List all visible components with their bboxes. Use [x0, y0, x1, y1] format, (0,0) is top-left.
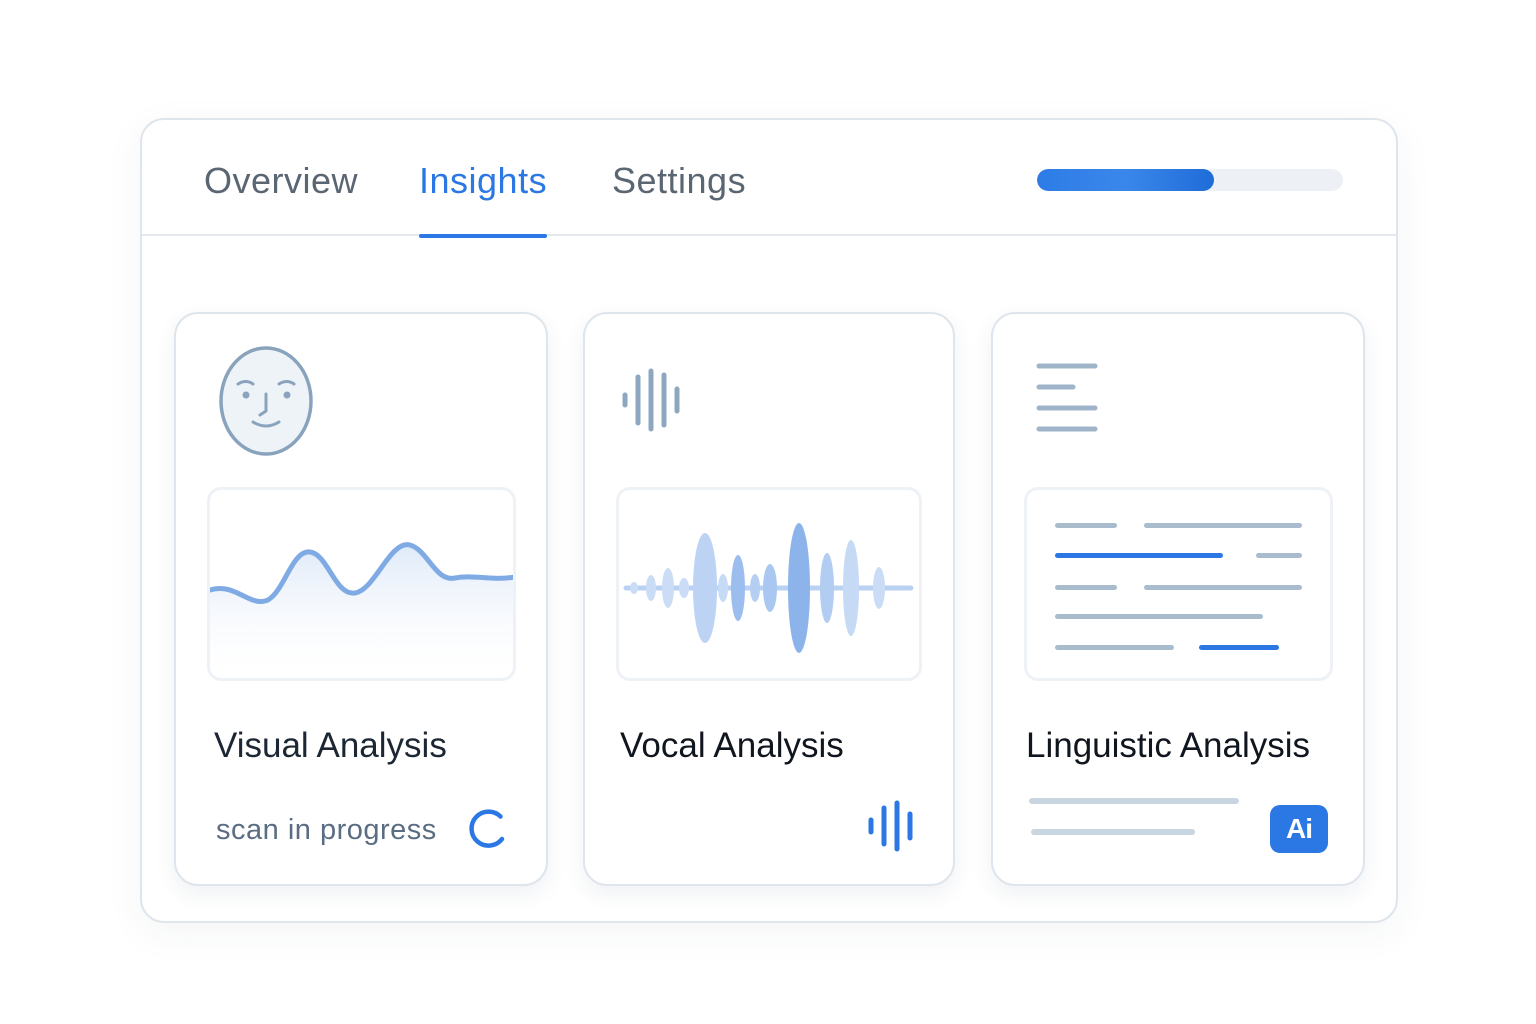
tab-overview[interactable]: Overview [204, 160, 358, 236]
text-lines-icon [1036, 363, 1098, 432]
audio-bars-icon [622, 368, 680, 432]
summary-line [1031, 829, 1195, 835]
text-line [1055, 645, 1174, 650]
text-line [1144, 585, 1302, 590]
card-title: Linguistic Analysis [1026, 726, 1311, 765]
text-line [1144, 523, 1302, 528]
tab-insights[interactable]: Insights [419, 160, 548, 238]
audio-bars-icon [868, 800, 913, 852]
text-line [1055, 523, 1117, 528]
progress-bar [1037, 169, 1343, 191]
vocal-waveform [623, 523, 914, 653]
progress-bar-fill [1037, 169, 1215, 191]
text-line [1256, 553, 1302, 558]
linguistic-analysis-card[interactable]: Linguistic Analysis Ai [991, 312, 1365, 886]
tab-settings[interactable]: Settings [612, 160, 746, 236]
highlighted-text-line [1055, 553, 1223, 558]
spinner-icon [469, 809, 505, 848]
text-line [1055, 585, 1117, 590]
face-icon [219, 346, 313, 456]
visual-wave-graph [210, 542, 513, 678]
vocal-waveform-panel [616, 487, 922, 681]
vocal-analysis-card[interactable]: Vocal Analysis [583, 312, 955, 886]
text-line [1055, 614, 1263, 619]
summary-line [1029, 798, 1239, 804]
highlighted-text-line [1199, 645, 1279, 650]
tab-bar: Overview Insights Settings [142, 120, 1396, 238]
visual-analysis-card[interactable]: Visual Analysis scan in progress [174, 312, 548, 886]
card-title: Visual Analysis [214, 726, 447, 765]
ai-badge: Ai [1270, 805, 1328, 853]
visual-waveform-panel [207, 487, 516, 681]
status-text: scan in progress [216, 814, 437, 846]
app-window: Overview Insights Settings Visual Analys… [140, 118, 1398, 923]
text-preview-panel [1024, 487, 1333, 681]
card-title: Vocal Analysis [620, 726, 844, 765]
